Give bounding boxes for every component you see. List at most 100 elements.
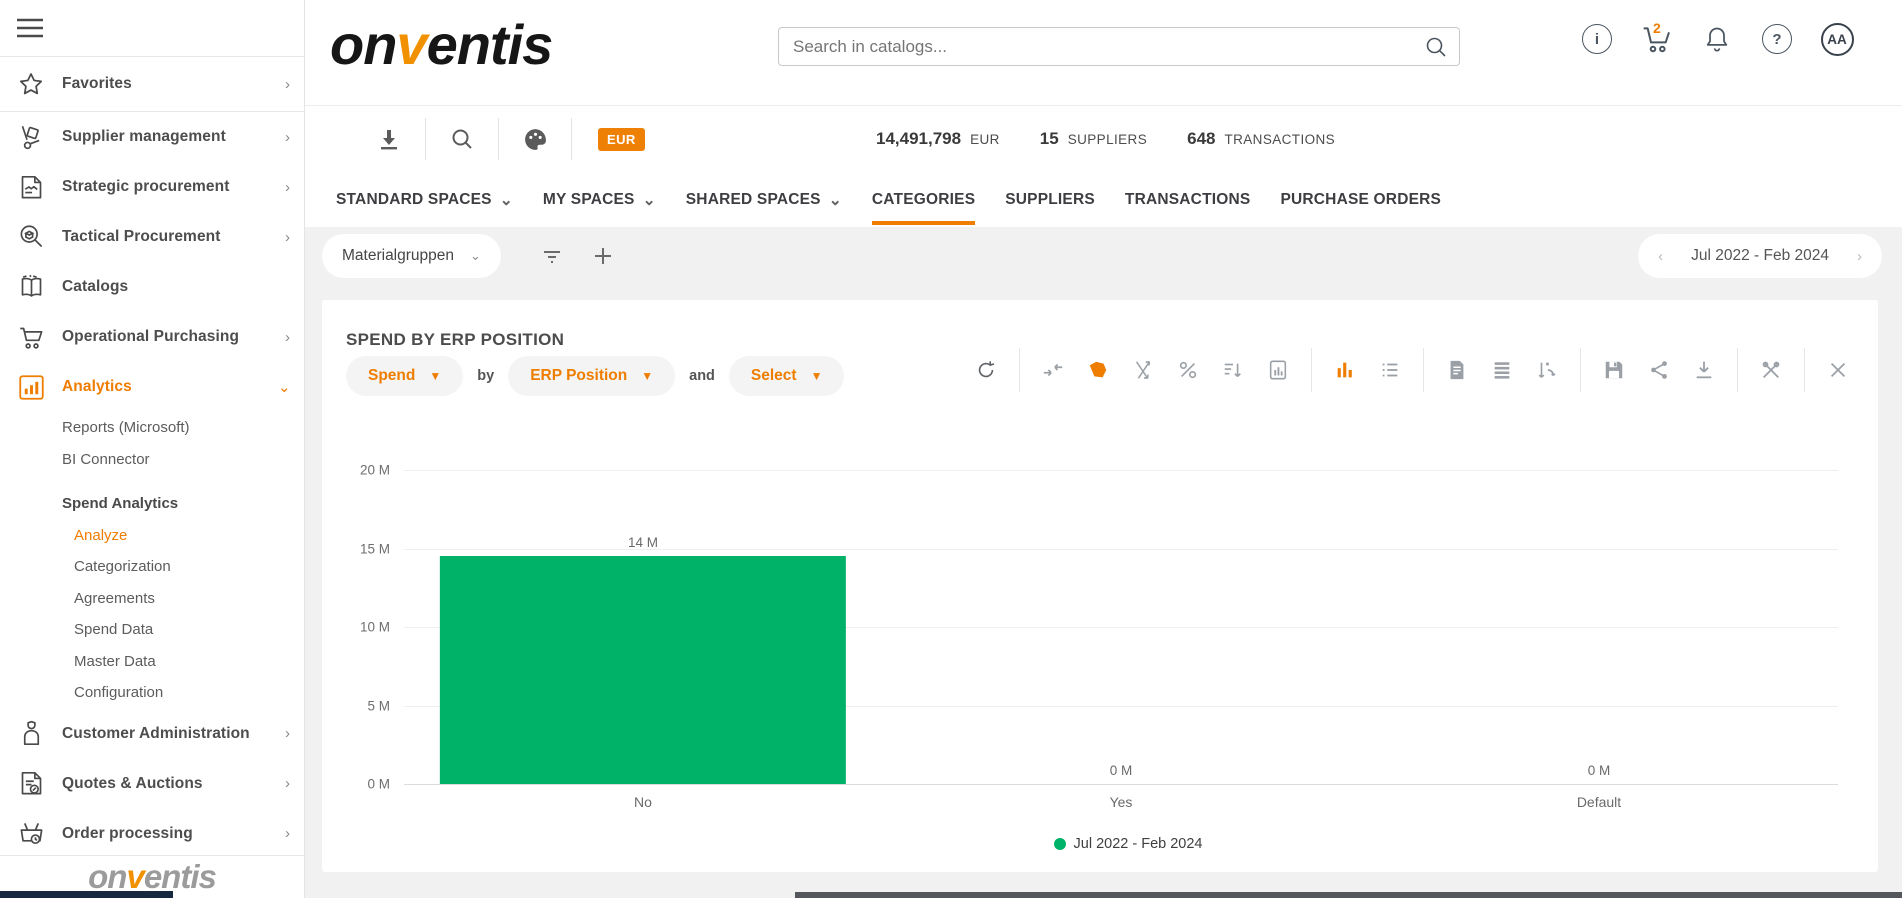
summary-stats: 14,491,798EUR 15SUPPLIERS 648TRANSACTION… — [876, 106, 1335, 172]
sidebar-item-favorites[interactable]: Favorites › — [0, 57, 304, 112]
sidebar-subitem-bi-connector[interactable]: BI Connector — [0, 444, 304, 476]
pivot-icon[interactable] — [1529, 352, 1565, 388]
sort-descending-icon[interactable] — [1215, 352, 1251, 388]
secondary-dimension-select[interactable]: Select▼ — [729, 356, 845, 396]
palette-icon[interactable] — [520, 124, 550, 154]
hand-truck-icon — [16, 122, 46, 152]
search-icon[interactable] — [1424, 34, 1450, 60]
category-label: No — [404, 794, 882, 810]
chevron-right-icon: › — [278, 329, 290, 346]
statsbar-tools: EUR — [353, 106, 645, 172]
legend-label[interactable]: Jul 2022 - Feb 2024 — [1074, 836, 1203, 852]
sidebar-item-label: Quotes & Auctions — [62, 775, 278, 793]
sidebar-item-customer-administration[interactable]: Customer Administration › — [0, 709, 304, 759]
sidebar-item-analytics[interactable]: Analytics ⌄ — [0, 362, 304, 412]
chevron-down-icon: ▼ — [641, 369, 653, 383]
notifications-bell-icon[interactable] — [1700, 22, 1734, 56]
tag-icon[interactable] — [1080, 352, 1116, 388]
next-period-icon[interactable]: › — [1853, 248, 1866, 265]
bar-slot: 14 MNo — [404, 470, 882, 784]
tab-categories[interactable]: CATEGORIES — [872, 172, 975, 227]
filter-icon[interactable] — [537, 241, 567, 271]
tab-suppliers[interactable]: SUPPLIERS — [1005, 172, 1095, 227]
sidebar-item-supplier-management[interactable]: Supplier management › — [0, 112, 304, 162]
y-tick-label: 10 M — [360, 620, 390, 635]
sidebar-item-strategic-procurement[interactable]: Strategic procurement › — [0, 162, 304, 212]
currency-badge[interactable]: EUR — [598, 128, 645, 151]
refresh-icon[interactable] — [968, 352, 1004, 388]
sidebar-item-order-processing[interactable]: Order processing › — [0, 809, 304, 859]
avatar[interactable]: AA — [1820, 22, 1854, 56]
info-icon[interactable]: i — [1580, 22, 1614, 56]
sidebar-subitem-reports-microsoft[interactable]: Reports (Microsoft) — [0, 412, 304, 444]
sidebar-subheader-spend-analytics[interactable]: Spend Analytics — [0, 488, 304, 520]
stat-total-spend: 14,491,798EUR — [876, 129, 1000, 149]
tab-shared-spaces[interactable]: SHARED SPACES⌄ — [686, 172, 842, 227]
chevron-down-icon: ⌄ — [643, 191, 656, 210]
dimension-select[interactable]: Materialgruppen ⌄ — [322, 234, 501, 278]
cart-icon[interactable]: 2 — [1640, 22, 1674, 56]
date-range-selector[interactable]: ‹ Jul 2022 - Feb 2024 › — [1638, 234, 1882, 278]
sidebar-item-label: Catalogs — [62, 278, 290, 296]
dimension-select-value: Materialgruppen — [342, 247, 454, 265]
chevron-right-icon: › — [278, 825, 290, 842]
chevron-down-icon: ⌄ — [829, 191, 842, 210]
chart-config-row: Spend▼ by ERP Position▼ and Select▼ — [346, 356, 844, 396]
sidebar-item-label: Favorites — [62, 75, 278, 93]
sidebar-subitem-analyze[interactable]: Analyze — [0, 520, 304, 552]
prev-period-icon[interactable]: ‹ — [1654, 248, 1667, 265]
sidebar-item-operational-purchasing[interactable]: Operational Purchasing › — [0, 312, 304, 362]
y-tick-label: 20 M — [360, 463, 390, 478]
export-download-icon[interactable] — [374, 124, 404, 154]
tab-transactions[interactable]: TRANSACTIONS — [1125, 172, 1251, 227]
subitem-label: BI Connector — [62, 451, 150, 468]
shopping-cart-icon — [16, 322, 46, 352]
help-icon[interactable]: ? — [1760, 22, 1794, 56]
tab-standard-spaces[interactable]: STANDARD SPACES⌄ — [336, 172, 513, 227]
chevron-right-icon: › — [278, 229, 290, 246]
bar-slot: 0 MYes — [882, 470, 1360, 784]
sidebar-subitem-configuration[interactable]: Configuration — [0, 677, 304, 709]
tab-my-spaces[interactable]: MY SPACES⌄ — [543, 172, 656, 227]
taskbar-strip-right — [795, 892, 1902, 898]
stat-transactions: 648TRANSACTIONS — [1187, 129, 1335, 149]
list-view-icon[interactable] — [1372, 352, 1408, 388]
rows-icon[interactable] — [1484, 352, 1520, 388]
sidebar-item-quotes-auctions[interactable]: Quotes & Auctions › — [0, 759, 304, 809]
add-icon[interactable] — [588, 241, 618, 271]
measure-select[interactable]: Spend▼ — [346, 356, 463, 396]
report-page-icon[interactable] — [1439, 352, 1475, 388]
sidebar-item-catalogs[interactable]: Catalogs — [0, 262, 304, 312]
open-book-icon — [16, 272, 46, 302]
hamburger-menu-icon[interactable] — [16, 17, 44, 39]
tab-purchase-orders[interactable]: PURCHASE ORDERS — [1280, 172, 1441, 227]
zoom-search-icon[interactable] — [447, 124, 477, 154]
sidebar-item-label: Tactical Procurement — [62, 228, 278, 246]
settings-tools-icon[interactable] — [1753, 352, 1789, 388]
share-icon[interactable] — [1641, 352, 1677, 388]
sidebar-hamburger-row — [0, 0, 304, 57]
close-icon[interactable] — [1820, 352, 1856, 388]
sidebar-item-tactical-procurement[interactable]: Tactical Procurement › — [0, 212, 304, 262]
chart-panel-icon[interactable] — [1260, 352, 1296, 388]
sidebar-subitem-categorization[interactable]: Categorization — [0, 551, 304, 583]
percent-icon[interactable] — [1170, 352, 1206, 388]
dimension-pill-select[interactable]: ERP Position▼ — [508, 356, 675, 396]
bar-chart: 0 M5 M10 M15 M20 M 14 MNo0 MYes0 MDefaul… — [348, 470, 1838, 784]
main-area: onventis i 2 ? AA — [305, 0, 1902, 898]
bar-no[interactable] — [440, 556, 846, 784]
value-label: 0 M — [882, 763, 1360, 778]
search-input[interactable] — [778, 27, 1460, 66]
sidebar-subitem-master-data[interactable]: Master Data — [0, 646, 304, 678]
sidebar-subitem-agreements[interactable]: Agreements — [0, 583, 304, 615]
bar-chart-view-icon[interactable] — [1327, 352, 1363, 388]
sidebar-item-label: Order processing — [62, 825, 278, 843]
chart-toolbar — [968, 348, 1856, 392]
crossed-arrows-icon[interactable] — [1125, 352, 1161, 388]
download-icon[interactable] — [1686, 352, 1722, 388]
merge-arrows-icon[interactable] — [1035, 352, 1071, 388]
cart-badge: 2 — [1653, 20, 1661, 36]
save-icon[interactable] — [1596, 352, 1632, 388]
subitem-label: Configuration — [74, 684, 163, 701]
sidebar-subitem-spend-data[interactable]: Spend Data — [0, 614, 304, 646]
